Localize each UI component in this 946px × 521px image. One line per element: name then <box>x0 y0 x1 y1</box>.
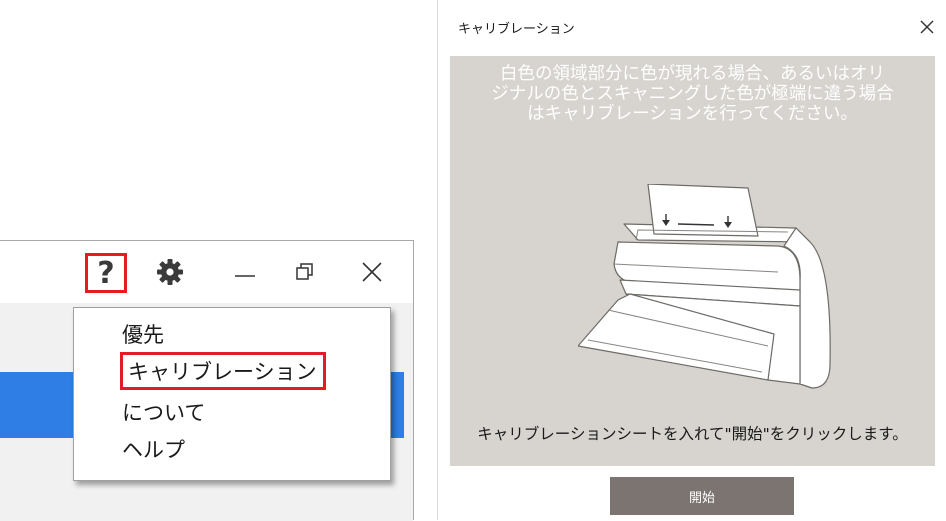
instruction-text: 白色の領域部分に色が現れる場合、あるいはオリ ジナルの色とスキャニングした色が極… <box>491 64 894 124</box>
settings-button[interactable] <box>150 254 190 290</box>
start-button[interactable]: 開始 <box>610 477 794 515</box>
restore-icon <box>296 263 313 280</box>
dialog-content-panel: 白色の領域部分に色が現れる場合、あるいはオリ ジナルの色とスキャニングした色が極… <box>450 56 935 466</box>
dialog-close-button[interactable] <box>916 16 938 38</box>
close-icon <box>362 262 382 282</box>
menu-item-help[interactable]: ヘルプ <box>122 432 185 466</box>
scanner-illustration <box>578 184 831 389</box>
restore-button[interactable] <box>285 254 325 290</box>
question-mark-icon: ? <box>97 255 115 291</box>
footer-instruction: キャリブレーションシートを入れて"開始"をクリックします。 <box>477 425 908 443</box>
help-dropdown-menu: 優先 キャリブレーション について ヘルプ <box>73 307 391 481</box>
gear-icon <box>157 259 183 285</box>
dialog-title: キャリブレーション <box>458 22 575 37</box>
menu-item-about[interactable]: について <box>122 395 205 429</box>
menu-item-calibration[interactable]: キャリブレーション <box>120 352 326 390</box>
app-toolbar: ? <box>0 241 413 303</box>
close-icon <box>920 20 934 34</box>
app-close-button[interactable] <box>350 254 394 290</box>
calibration-dialog: キャリブレーション 白色の領域部分に色が現れる場合、あるいはオリ ジナルの色とス… <box>437 0 946 520</box>
menu-item-preferences[interactable]: 優先 <box>122 317 164 351</box>
minimize-icon <box>235 275 255 277</box>
help-button[interactable]: ? <box>85 253 127 293</box>
minimize-button[interactable] <box>225 254 265 290</box>
